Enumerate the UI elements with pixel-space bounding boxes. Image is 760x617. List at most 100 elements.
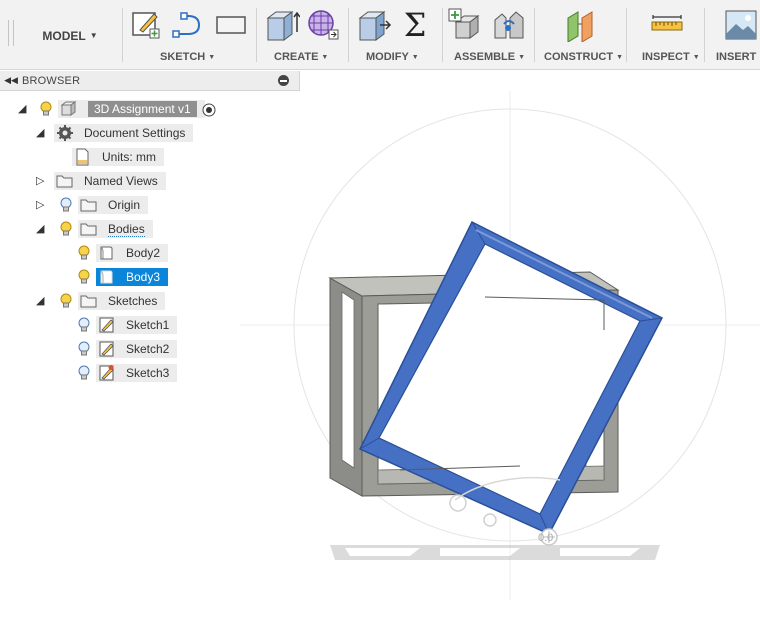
tree-row-sketch1: Sketch1 bbox=[0, 315, 300, 335]
line-tool-icon[interactable] bbox=[172, 8, 206, 40]
folder-icon bbox=[80, 223, 97, 236]
create-group: CREATE ▼ bbox=[258, 0, 348, 70]
expanded-triangle-icon[interactable]: ◢ bbox=[36, 127, 48, 139]
sketch-icon bbox=[99, 317, 114, 333]
tree-row-body2: Body2 bbox=[0, 243, 300, 263]
construct-group: CONSTRUCT ▼ bbox=[536, 0, 626, 70]
tree-row-document-settings: ◢ Document Settings bbox=[0, 123, 300, 143]
tree-row-body3: Body3 bbox=[0, 267, 300, 287]
lightbulb-icon[interactable] bbox=[58, 292, 74, 310]
sketch-icon bbox=[99, 365, 114, 381]
body2-node[interactable]: Body2 bbox=[96, 244, 169, 262]
tree-row-root: ◢ 3D Assignment v1 bbox=[0, 99, 300, 119]
named-views-node[interactable]: Named Views bbox=[54, 172, 166, 190]
sketch-group: SKETCH ▼ bbox=[124, 0, 254, 70]
chevron-down-icon: ▼ bbox=[692, 53, 700, 61]
collapsed-triangle-icon[interactable]: ▷ bbox=[36, 199, 48, 211]
construct-menu[interactable]: CONSTRUCT ▼ bbox=[544, 51, 623, 63]
lightbulb-icon[interactable] bbox=[76, 244, 92, 262]
sketches-node[interactable]: Sketches bbox=[78, 292, 166, 310]
rectangle-tool-icon[interactable] bbox=[214, 8, 248, 40]
collapse-panel-icon[interactable]: ◀◀ bbox=[0, 75, 22, 86]
sketch2-node[interactable]: Sketch2 bbox=[96, 340, 178, 358]
sketches-label: Sketches bbox=[108, 294, 158, 308]
folder-icon bbox=[80, 295, 97, 308]
measure-icon[interactable] bbox=[650, 8, 684, 42]
chevron-down-icon: ▼ bbox=[208, 53, 216, 61]
form-sphere-icon[interactable] bbox=[306, 8, 340, 42]
lightbulb-icon[interactable] bbox=[38, 100, 54, 118]
origin-label: Origin bbox=[108, 198, 141, 212]
body-icon bbox=[100, 270, 113, 284]
sketch1-node[interactable]: Sketch1 bbox=[96, 316, 178, 334]
rotation-readout: 0.0 bbox=[538, 532, 553, 544]
root-component[interactable]: 3D Assignment v1 bbox=[58, 100, 205, 118]
expanded-triangle-icon[interactable]: ◢ bbox=[18, 103, 30, 115]
divider bbox=[256, 8, 257, 62]
extrude-icon[interactable] bbox=[264, 8, 300, 42]
chevron-down-icon: ▼ bbox=[321, 53, 329, 61]
expanded-triangle-icon[interactable]: ◢ bbox=[36, 295, 48, 307]
divider bbox=[704, 8, 705, 62]
divider bbox=[626, 8, 627, 62]
folder-icon bbox=[56, 175, 73, 188]
modify-group: Σ MODIFY ▼ bbox=[350, 0, 440, 70]
insert-group: INSERT▼ bbox=[706, 0, 760, 70]
bodies-node[interactable]: Bodies bbox=[78, 220, 153, 238]
body2-label: Body2 bbox=[126, 246, 161, 260]
units-label: Units: mm bbox=[102, 150, 156, 164]
document-settings-label: Document Settings bbox=[84, 126, 186, 140]
lightbulb-icon[interactable] bbox=[76, 268, 92, 286]
body3-node[interactable]: Body3 bbox=[96, 268, 169, 286]
inspect-menu[interactable]: INSPECT ▼ bbox=[642, 51, 700, 63]
lightbulb-off-icon[interactable] bbox=[76, 364, 92, 382]
lightbulb-off-icon[interactable] bbox=[76, 316, 92, 334]
sketch-icon bbox=[99, 341, 114, 357]
joint-icon[interactable] bbox=[492, 8, 526, 42]
create-menu[interactable]: CREATE ▼ bbox=[274, 51, 328, 63]
chevron-down-icon: ▼ bbox=[518, 53, 526, 61]
lightbulb-off-icon[interactable] bbox=[76, 340, 92, 358]
tree-row-bodies: ◢ Bodies bbox=[0, 219, 300, 239]
origin-node[interactable]: Origin bbox=[78, 196, 149, 214]
chevron-down-icon: ▼ bbox=[616, 53, 623, 61]
divider bbox=[348, 8, 349, 62]
press-pull-icon[interactable] bbox=[356, 8, 392, 42]
tree-row-origin: ▷ Origin bbox=[0, 195, 300, 215]
offset-plane-icon[interactable] bbox=[564, 8, 600, 42]
tree-row-sketch3: Sketch3 bbox=[0, 363, 300, 383]
inspect-menu-label: INSPECT bbox=[642, 51, 690, 63]
insert-image-icon[interactable] bbox=[724, 8, 758, 42]
assemble-menu[interactable]: ASSEMBLE ▼ bbox=[454, 51, 525, 63]
modify-menu-label: MODIFY bbox=[366, 51, 409, 63]
workspace-label: MODEL bbox=[42, 28, 86, 43]
bodies-label: Bodies bbox=[108, 221, 145, 237]
sketch3-node[interactable]: Sketch3 bbox=[96, 364, 178, 382]
minimize-panel-icon[interactable] bbox=[278, 75, 289, 86]
workspace-switcher[interactable]: MODEL ▼ bbox=[20, 8, 120, 63]
component-icon bbox=[60, 101, 77, 116]
sigma-parameters-icon[interactable]: Σ bbox=[398, 8, 432, 42]
insert-menu-label: INSERT bbox=[716, 51, 757, 63]
activate-radio-icon[interactable] bbox=[202, 103, 216, 117]
lightbulb-icon[interactable] bbox=[58, 220, 74, 238]
modify-menu[interactable]: MODIFY ▼ bbox=[366, 51, 419, 63]
divider bbox=[442, 8, 443, 62]
folder-icon bbox=[80, 199, 97, 212]
tree-row-named-views: ▷ Named Views bbox=[0, 171, 300, 191]
expanded-triangle-icon[interactable]: ◢ bbox=[36, 223, 48, 235]
insert-menu[interactable]: INSERT▼ bbox=[716, 51, 760, 63]
toolbar-grip[interactable] bbox=[8, 20, 14, 46]
divider bbox=[534, 8, 535, 62]
collapsed-triangle-icon[interactable]: ▷ bbox=[36, 175, 48, 187]
sketch-menu[interactable]: SKETCH ▼ bbox=[160, 51, 215, 63]
sketch2-label: Sketch2 bbox=[126, 342, 170, 356]
lightbulb-off-icon[interactable] bbox=[58, 196, 74, 214]
create-sketch-icon[interactable] bbox=[130, 8, 162, 40]
create-menu-label: CREATE bbox=[274, 51, 319, 63]
named-views-label: Named Views bbox=[84, 174, 158, 188]
new-component-icon[interactable] bbox=[448, 8, 482, 42]
units-node[interactable]: Units: mm bbox=[72, 148, 164, 166]
document-settings-node[interactable]: Document Settings bbox=[54, 124, 194, 142]
chevron-down-icon: ▼ bbox=[411, 53, 419, 61]
